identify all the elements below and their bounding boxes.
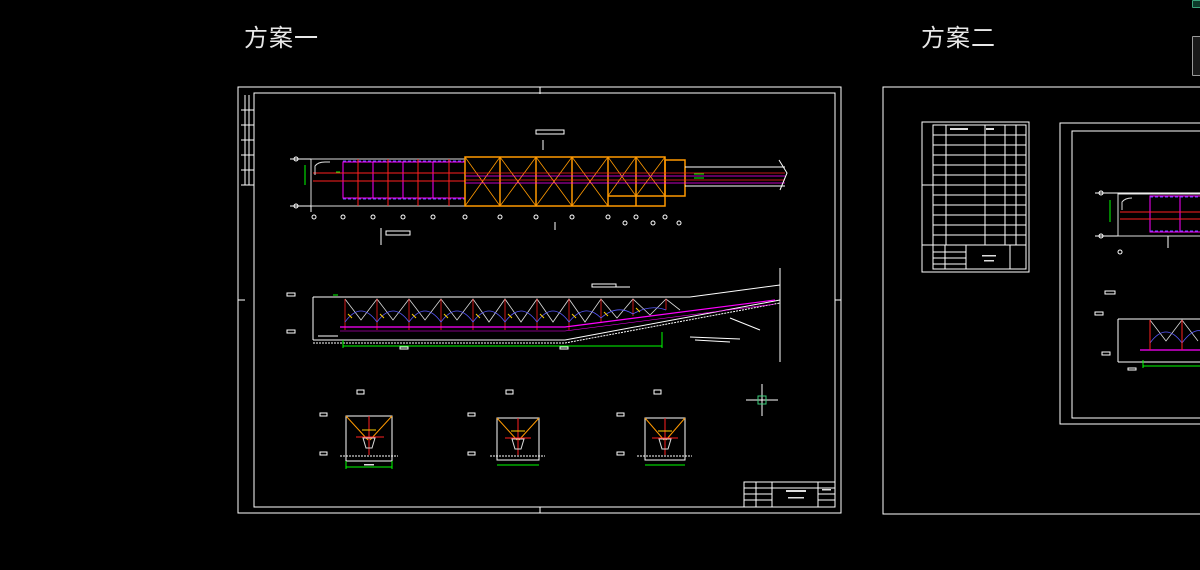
cross-section-2 — [467, 389, 545, 466]
plan-view — [290, 129, 788, 245]
navigation-cube-icon[interactable] — [1192, 0, 1200, 8]
sheet-2-border — [882, 86, 1200, 515]
sheet-2-schedule-table — [921, 121, 1030, 273]
elevation-view — [286, 268, 781, 362]
sheet-2[interactable] — [882, 86, 1200, 515]
crosshair-cursor-icon — [746, 384, 778, 416]
sheet-2-drawing-outer — [1059, 122, 1200, 425]
cad-drawing[interactable] — [0, 0, 1200, 570]
sheet-2-elevation-view — [1094, 290, 1200, 371]
cross-section-3 — [616, 389, 692, 466]
sheet-1-binding-strip — [241, 95, 254, 186]
sheet-1-title-block — [743, 481, 836, 508]
plan-axis-bubbles — [293, 156, 682, 226]
sheet-1-inner-border — [253, 92, 836, 508]
sheet-2-drawing-inner — [1071, 130, 1200, 419]
vertical-scrollbar[interactable] — [1192, 36, 1200, 76]
sheet-2-plan-view — [1095, 190, 1200, 255]
cross-section-1 — [319, 389, 398, 469]
cad-drawing-canvas[interactable]: 方案一 方案二 — [0, 0, 1200, 570]
sheet-1[interactable] — [237, 86, 842, 514]
